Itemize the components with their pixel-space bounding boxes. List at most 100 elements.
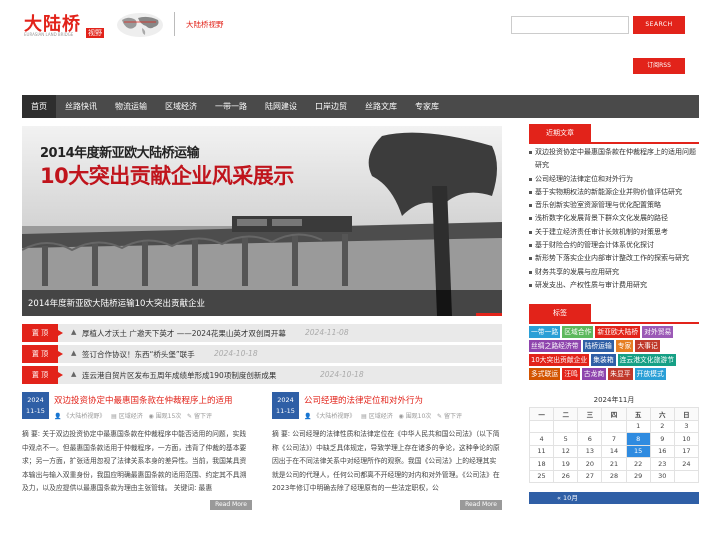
post-card: 2024 11-15 公司经理的法律定位和对外行为 👤 《大陆桥视野》 ▤ 区域经… [272, 392, 502, 510]
calendar-day: 14 [601, 444, 627, 458]
read-more-button[interactable]: Read More [210, 500, 252, 510]
rss-subscribe-button[interactable]: 订阅RSS [633, 58, 685, 74]
tag-link[interactable]: 连云港文化旅游节 [617, 354, 676, 366]
recent-post-link[interactable]: 公司经理的法律定位和对外行为 [529, 173, 699, 186]
post-day: 11-15 [276, 407, 295, 415]
tag-link[interactable]: 专家 [615, 340, 634, 352]
post-meta: 👤 《大陆桥视野》 ▤ 区域经济 ◉ 围观10次 ✎ 留下评 [304, 411, 462, 420]
tag-link[interactable]: 朱显平 [608, 368, 633, 380]
nav-experts[interactable]: 专家库 [406, 95, 448, 118]
tag-link[interactable]: 大事记 [635, 340, 660, 352]
recent-post-link[interactable]: 双边投资协定中最惠国条款在仲裁程序上的适用问题研究 [529, 146, 699, 173]
nav-home[interactable]: 首页 [22, 95, 56, 118]
recent-post-link[interactable]: 基于实物期权法的新能源企业并购价值评估研究 [529, 186, 699, 199]
tag-cloud: 一带一路 区域合作 新亚欧大陆桥 对外贸易丝绸之路经济带 陆桥运输 专家 大事记 10大突出贡… [529, 326, 699, 380]
calendar-day[interactable]: 15 [625, 444, 651, 458]
nav-regional-economy[interactable]: 区域经济 [156, 95, 206, 118]
tag-link[interactable]: 丝绸之路经济带 [529, 340, 581, 352]
tag-link[interactable]: 多式联运 [529, 368, 561, 380]
tag-link[interactable]: 一带一路 [529, 326, 561, 338]
tag-link[interactable]: 10大突出贡献企业 [529, 354, 590, 366]
calendar-day: 20 [577, 457, 603, 471]
calendar-weekday: 一 [528, 407, 555, 421]
post-author[interactable]: 《大陆桥视野》 [63, 413, 105, 420]
post-title[interactable]: 公司经理的法律定位和对外行为 [304, 394, 423, 406]
tag-link[interactable]: 集装箱 [591, 354, 616, 366]
nav-belt-road[interactable]: 一带一路 [206, 95, 256, 118]
search-button[interactable]: SEARCH [633, 16, 685, 34]
nav-border-trade[interactable]: 口岸边贸 [306, 95, 356, 118]
post-title[interactable]: 双边投资协定中最惠国条款在仲裁程序上的适用 [54, 394, 233, 406]
search-input[interactable] [511, 16, 629, 34]
calendar-day[interactable]: 8 [625, 432, 651, 446]
slide-caption[interactable]: 2014年度新亚欧大陆桥运输10大突出贡献企业 [22, 290, 502, 316]
recent-post-link[interactable]: 新形势下落实企业内部审计整改工作的探索与研究 [529, 252, 699, 265]
tag-link[interactable]: 古龙商 [581, 368, 607, 380]
post-comment-link[interactable]: 留下评 [444, 413, 462, 420]
slide-indicator[interactable] [476, 313, 502, 316]
calendar-day: 12 [553, 444, 579, 458]
calendar-day: 7 [601, 432, 627, 446]
calendar-day: 25 [528, 469, 555, 483]
recent-post-link[interactable]: 基于财险合约的管理会计体系优化探讨 [529, 239, 699, 252]
sticky-post-title[interactable]: 连云港自贸片区发布五周年成绩单形成190项制度创新成果 [82, 370, 276, 381]
post-comment-link[interactable]: 留下评 [194, 413, 212, 420]
post-author[interactable]: 《大陆桥视野》 [313, 413, 355, 420]
sticky-post-title[interactable]: 签订合作协议！东西“桥头堡”联手 [82, 349, 195, 360]
tag-link[interactable]: 陆桥运输 [582, 340, 614, 352]
calendar-day: 30 [649, 469, 675, 483]
read-more-button[interactable]: Read More [460, 500, 502, 510]
nav-logistics[interactable]: 物流运输 [106, 95, 156, 118]
site-logo[interactable]: 大陆桥 视野 EURASIAN LAND BRIDGE [24, 10, 164, 40]
recent-post-link[interactable]: 浅析数字化发展背景下群众文化发展的路径 [529, 212, 699, 225]
post-category[interactable]: 区域经济 [369, 413, 393, 420]
pinned-badge: 置 顶 [22, 345, 63, 363]
sticky-post[interactable]: 置 顶 ▲ 签订合作协议！东西“桥头堡”联手 2024-10-18 [22, 345, 502, 363]
tags-title: 标签 [529, 304, 591, 322]
recent-posts-header: 近期文章 [529, 124, 699, 144]
nav-network-building[interactable]: 陆网建设 [256, 95, 306, 118]
post-category[interactable]: 区域经济 [119, 413, 143, 420]
calendar-day: 11 [528, 444, 555, 458]
calendar-weekday: 六 [649, 407, 675, 421]
recent-post-link[interactable]: 音乐创新实验室资源管理与优化配置策略 [529, 199, 699, 212]
recent-post-link[interactable]: 关于建立经济责任审计长效机制的对策思考 [529, 226, 699, 239]
post-date-badge: 2024 11-15 [22, 392, 49, 419]
sticky-post[interactable]: 置 顶 ▲ 厚植人才沃土 广邀天下英才 ——2024花果山英才双创周开幕 202… [22, 324, 502, 342]
calendar-weekday: 三 [577, 407, 603, 421]
sticky-post-title[interactable]: 厚植人才沃土 广邀天下英才 ——2024花果山英才双创周开幕 [82, 328, 286, 339]
post-day: 11-15 [26, 407, 45, 415]
calendar-weekday: 四 [601, 407, 627, 421]
main-nav: 首页 丝路快讯 物流运输 区域经济 一带一路 陆网建设 口岸边贸 丝路文库 专家… [22, 95, 699, 118]
recent-post-link[interactable]: 研发支出、产权性质与审计费用研究 [529, 279, 699, 292]
featured-slider[interactable]: 2014年度新亚欧大陆桥运输 10大突出贡献企业风采展示 2014年度新亚欧大陆… [22, 126, 502, 316]
post-views: 围观15次 [155, 413, 182, 420]
calendar-day: 18 [528, 457, 555, 471]
tag-link[interactable]: 汪鸣 [562, 368, 580, 380]
recent-posts-title: 近期文章 [529, 124, 591, 142]
calendar-day: 3 [673, 419, 700, 433]
post-views: 围观10次 [405, 413, 432, 420]
sticky-post-date: 2024-11-08 [305, 328, 349, 337]
calendar-day: 1 [625, 419, 651, 433]
tag-link[interactable]: 开放模式 [634, 368, 666, 380]
nav-silkroad-news[interactable]: 丝路快讯 [56, 95, 106, 118]
tag-link[interactable]: 新亚欧大陆桥 [595, 326, 641, 338]
calendar-caption: 2024年11月 [593, 396, 635, 404]
calendar-day: 26 [553, 469, 579, 483]
recent-post-link[interactable]: 财务共享的发展与应用研究 [529, 266, 699, 279]
tags-header: 标签 [529, 304, 699, 324]
calendar-weekday: 五 [625, 407, 651, 421]
calendar-weekday: 二 [553, 407, 579, 421]
calendar-prev-month-link[interactable]: « 10月 [529, 492, 699, 504]
calendar-day [601, 419, 627, 433]
warning-icon: ▲ [71, 370, 77, 378]
tag-link[interactable]: 区域合作 [562, 326, 594, 338]
nav-library[interactable]: 丝路文库 [356, 95, 406, 118]
sticky-post[interactable]: 置 顶 ▲ 连云港自贸片区发布五周年成绩单形成190项制度创新成果 2024-1… [22, 366, 502, 384]
calendar-day: 16 [649, 444, 675, 458]
calendar-day [577, 419, 603, 433]
sticky-post-date: 2024-10-18 [214, 349, 258, 358]
tag-link[interactable]: 对外贸易 [642, 326, 674, 338]
folder-icon: ▤ [361, 413, 367, 420]
